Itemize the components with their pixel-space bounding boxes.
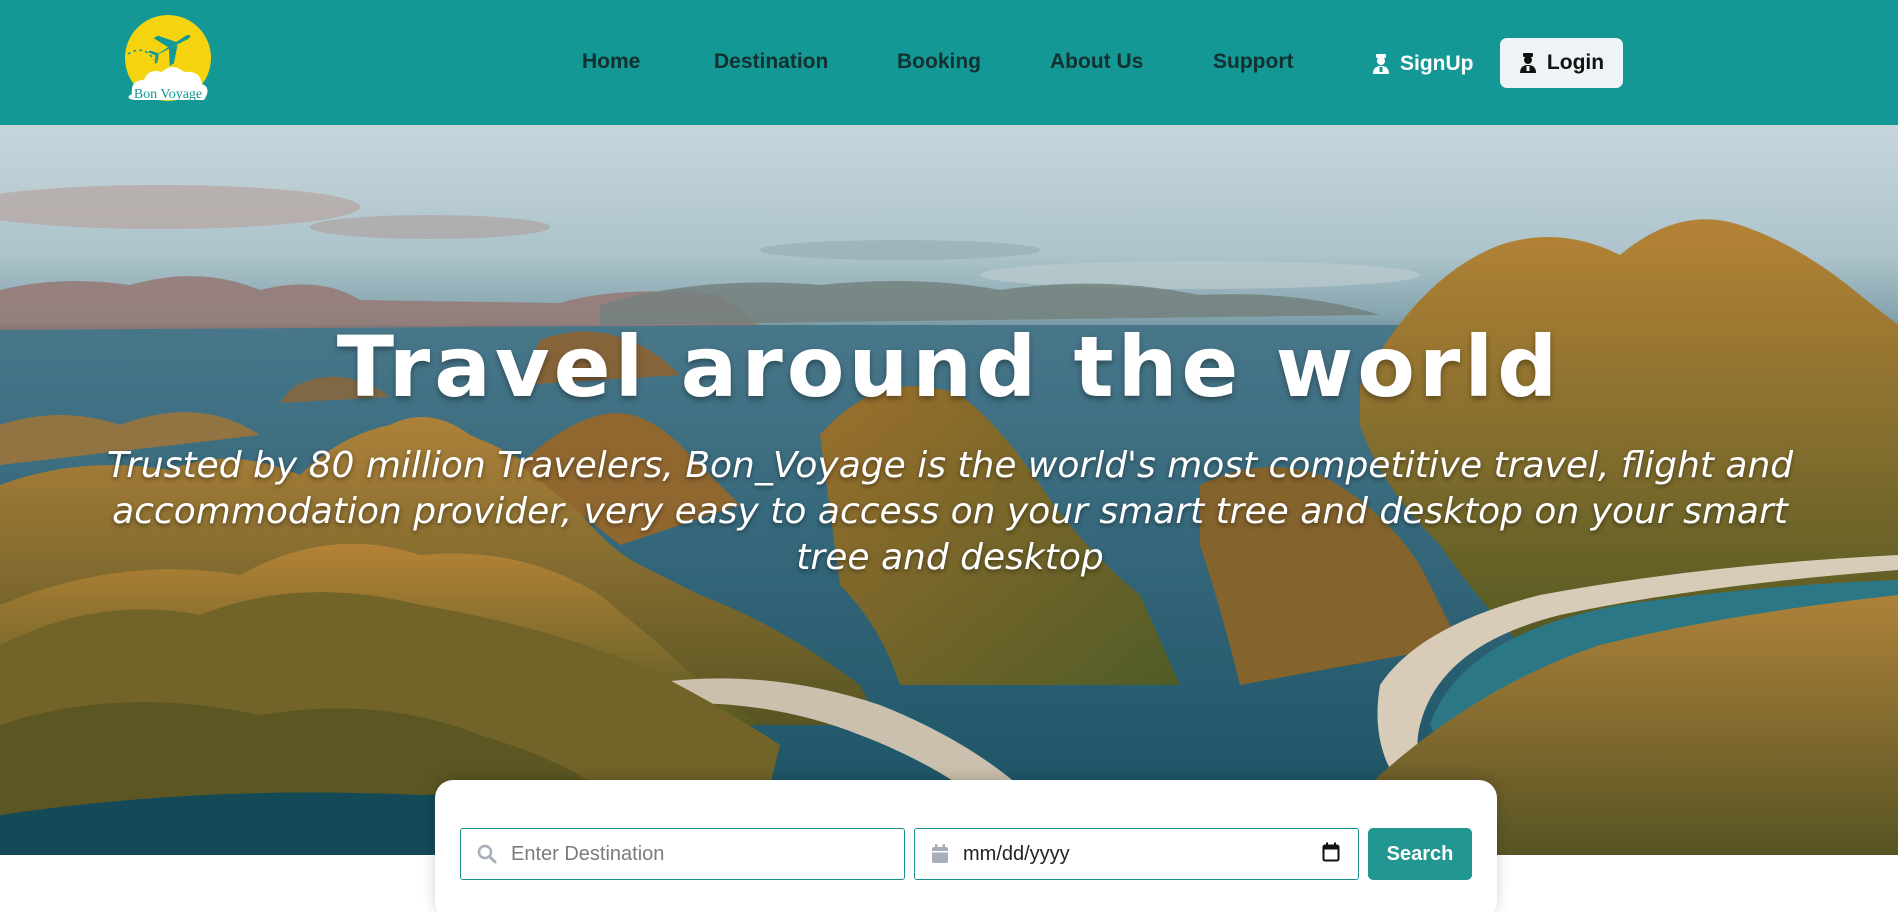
hero-subtitle: Trusted by 80 million Travelers, Bon_Voy… (106, 445, 1794, 578)
login-button[interactable]: Login (1500, 38, 1623, 88)
date-input[interactable]: mm/dd/yyyy (963, 843, 1322, 866)
signup-label: SignUp (1400, 52, 1474, 75)
destination-input[interactable] (511, 829, 891, 879)
nav-destination[interactable]: Destination (714, 50, 828, 74)
logo-name: Bon Voyage (134, 87, 202, 102)
destination-field[interactable] (460, 828, 905, 880)
login-label: Login (1546, 51, 1605, 74)
signup-link[interactable]: SignUp (1372, 50, 1474, 78)
calendar-icon (931, 844, 949, 864)
nav-support[interactable]: Support (1213, 50, 1293, 74)
brand-logo[interactable]: Bon Voyage TRAVEL SOLUTION (124, 14, 212, 114)
hero-banner: Travel around the world Trusted by 80 mi… (0, 125, 1898, 855)
search-panel: mm/dd/yyyy Search (435, 780, 1497, 912)
search-button[interactable]: Search (1368, 828, 1472, 880)
hero-title: Travel around the world (336, 318, 1562, 416)
logo-tagline: TRAVEL SOLUTION (145, 107, 191, 112)
date-field[interactable]: mm/dd/yyyy (914, 828, 1359, 880)
nav-booking[interactable]: Booking (897, 50, 981, 74)
top-navbar: Bon Voyage TRAVEL SOLUTION Home Destinat… (0, 0, 1898, 125)
nav-home[interactable]: Home (582, 50, 640, 74)
user-icon (1519, 52, 1537, 74)
logo-graphic: Bon Voyage TRAVEL SOLUTION (125, 15, 211, 112)
user-icon (1372, 53, 1390, 75)
search-icon (477, 844, 497, 864)
nav-about-us[interactable]: About Us (1050, 50, 1143, 74)
calendar-picker-icon[interactable] (1322, 842, 1340, 867)
